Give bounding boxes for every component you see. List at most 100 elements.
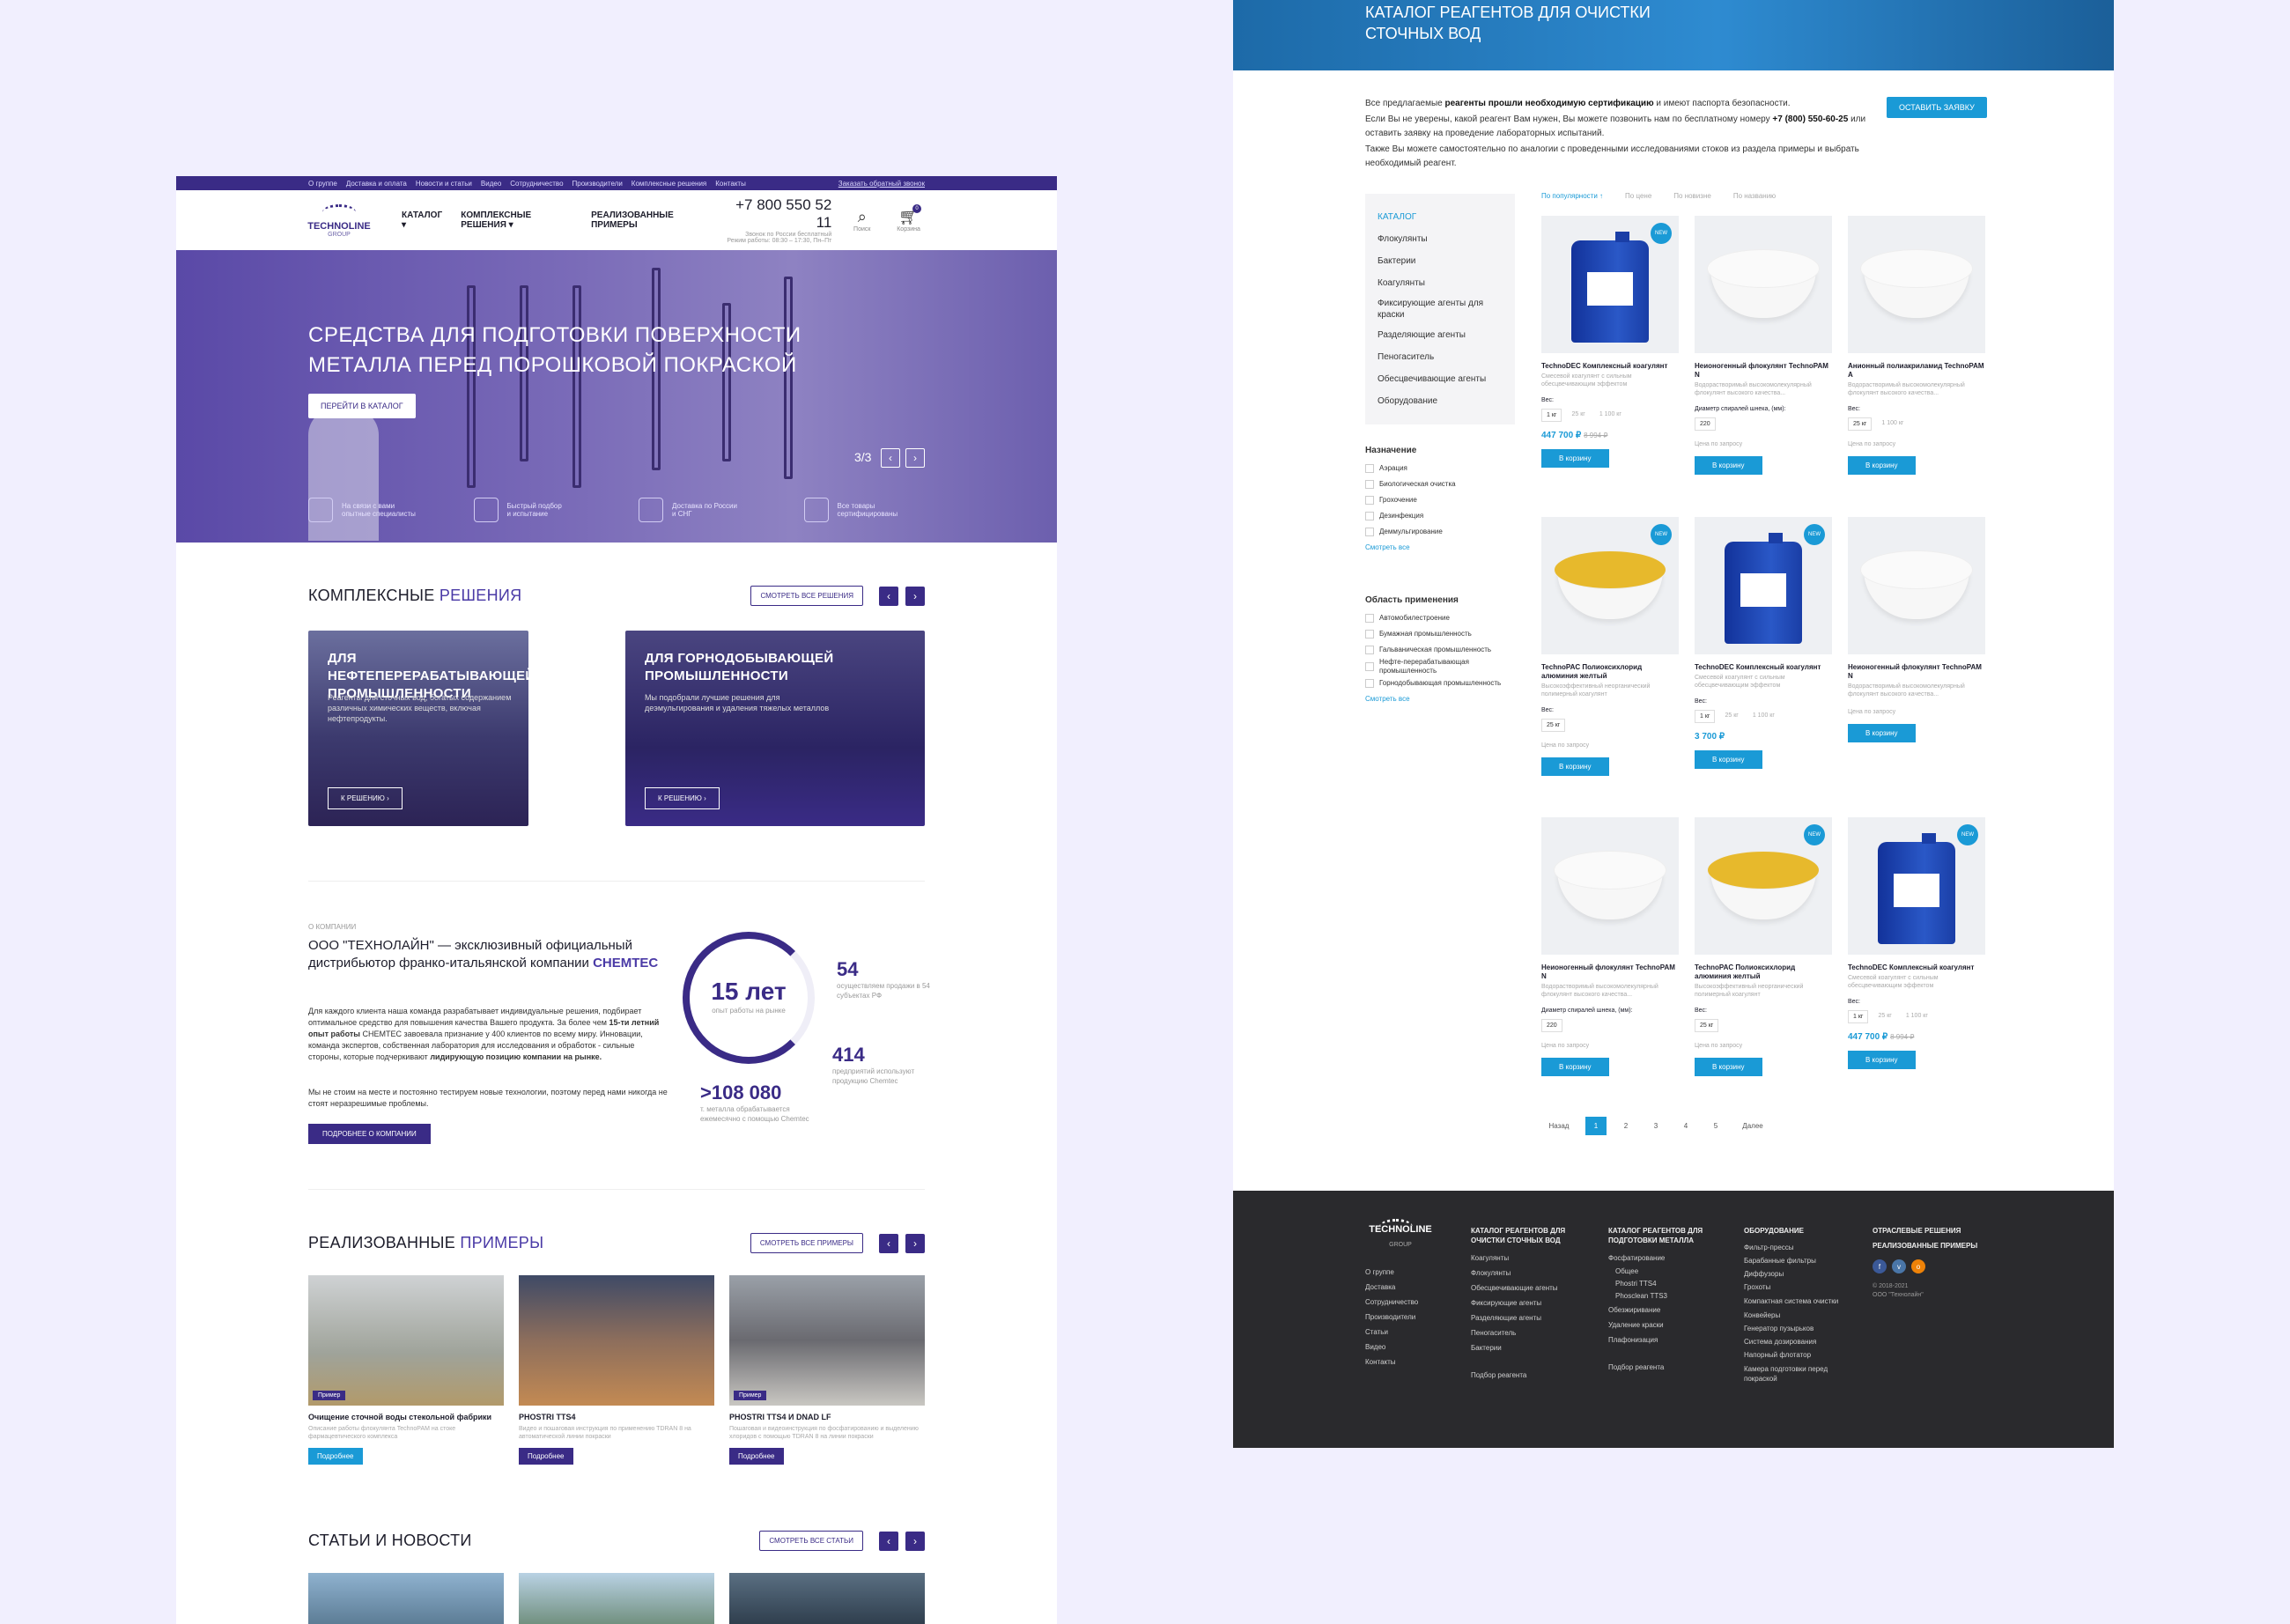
footer-link[interactable]: Камера подготовки перед покраской	[1744, 1364, 1850, 1384]
nav-catalog[interactable]: КАТАЛОГ ▾	[402, 210, 445, 230]
details-button[interactable]: Подробнее	[729, 1448, 784, 1465]
product-image[interactable]	[1695, 216, 1832, 353]
footer-link[interactable]: ОТРАСЛЕВЫЕ РЕШЕНИЯ	[1873, 1226, 1987, 1236]
topbar-link[interactable]: О группе	[308, 180, 337, 188]
pager-page[interactable]: 5	[1705, 1122, 1726, 1130]
pager-page[interactable]: 3	[1645, 1122, 1666, 1130]
product-image[interactable]: NEW	[1695, 817, 1832, 955]
category-item[interactable]: Бактерии	[1378, 250, 1503, 272]
solution-card[interactable]: ДЛЯ НЕФТЕПЕРЕРАБАТЫВАЮЩЕЙ ПРОМЫШЛЕННОСТИ…	[308, 631, 528, 826]
to-solution-button[interactable]: К РЕШЕНИЮ ›	[328, 787, 403, 809]
product-image[interactable]: NEW	[1695, 517, 1832, 654]
product-image[interactable]: NEW	[1541, 216, 1679, 353]
product-name[interactable]: TechnoDEC Комплексный коагулянт	[1848, 963, 1985, 972]
add-to-cart-button[interactable]: В корзину	[1695, 1058, 1762, 1076]
option-chip[interactable]: 25 кг	[1541, 719, 1566, 732]
all-solutions-button[interactable]: СМОТРЕТЬ ВСЕ РЕШЕНИЯ	[750, 586, 863, 606]
option-chip[interactable]: 25 кг	[1695, 1019, 1719, 1032]
product-card[interactable]: NEW TechnoDEC Комплексный коагулянт Смесев…	[1848, 817, 1985, 1069]
option-chip[interactable]: 25 кг	[1873, 1010, 1895, 1023]
show-all-link[interactable]: Смотреть все	[1365, 543, 1515, 551]
news-image[interactable]	[308, 1573, 504, 1624]
cart-button[interactable]: 🛒︎ Корзина 0	[892, 204, 925, 233]
footer-link[interactable]: Производители	[1365, 1310, 1436, 1325]
prev-arrow-icon[interactable]: ‹	[879, 1531, 898, 1551]
footer-link[interactable]: Конвейеры	[1744, 1309, 1850, 1322]
footer-link[interactable]: Фильтр-прессы	[1744, 1241, 1850, 1254]
add-to-cart-button[interactable]: В корзину	[1695, 456, 1762, 475]
search-button[interactable]: ⌕ Поиск	[846, 208, 878, 233]
category-item[interactable]: Оборудование	[1378, 390, 1503, 412]
show-all-link[interactable]: Смотреть все	[1365, 695, 1515, 703]
product-name[interactable]: Неионогенный флокулянт TechnoPAM N	[1541, 963, 1679, 981]
footer-link[interactable]: Phosclean TTS3	[1608, 1290, 1714, 1303]
footer-link[interactable]: Плафонизация	[1608, 1332, 1714, 1347]
product-image[interactable]: NEW	[1541, 517, 1679, 654]
topbar-link[interactable]: Видео	[481, 180, 501, 188]
nav-solutions[interactable]: КОМПЛЕКСНЫЕ РЕШЕНИЯ ▾	[461, 210, 575, 230]
option-chip[interactable]: 1 кг	[1695, 710, 1716, 723]
product-card[interactable]: Неионогенный флокулянт TechnoPAM N Водора…	[1848, 517, 1985, 742]
phone-number[interactable]: +7 800 550 52 11	[725, 196, 831, 232]
footer-link[interactable]: Диффузоры	[1744, 1267, 1850, 1281]
add-to-cart-button[interactable]: В корзину	[1695, 750, 1762, 769]
pager-page[interactable]: 4	[1675, 1122, 1696, 1130]
pager-page[interactable]: 2	[1615, 1122, 1636, 1130]
footer-link[interactable]: Удаление краски	[1608, 1318, 1714, 1332]
product-name[interactable]: Анионный полиакриламид TechnoPAM A	[1848, 362, 1985, 380]
all-news-button[interactable]: СМОТРЕТЬ ВСЕ СТАТЬИ	[759, 1531, 863, 1551]
category-item[interactable]: Пеногаситель	[1378, 346, 1503, 368]
odnoklassniki-icon[interactable]: o	[1911, 1259, 1925, 1273]
footer-link[interactable]: Система дозирования	[1744, 1335, 1850, 1348]
sort-option[interactable]: По популярности ↑	[1541, 192, 1603, 200]
product-image[interactable]	[1848, 517, 1985, 654]
prev-arrow-icon[interactable]: ‹	[879, 1233, 898, 1253]
category-item[interactable]: Обесцвечивающие агенты	[1378, 368, 1503, 390]
category-item[interactable]: Фиксирующие агенты для краски	[1378, 294, 1503, 324]
logo[interactable]: TECHNOLINE GROUP	[307, 203, 371, 238]
product-image[interactable]	[1541, 817, 1679, 955]
prev-slide-icon[interactable]: ‹	[881, 448, 900, 468]
option-chip[interactable]: 1 кг	[1848, 1010, 1869, 1023]
option-chip[interactable]: 1 100 кг	[1595, 409, 1626, 422]
footer-link[interactable]: Пеногаситель	[1471, 1325, 1577, 1340]
details-button[interactable]: Подробнее	[519, 1448, 573, 1465]
product-card[interactable]: NEW TechnoDEC Комплексный коагулянт Смесев…	[1541, 216, 1679, 468]
category-header[interactable]: КАТАЛОГ	[1378, 206, 1503, 228]
product-image[interactable]	[1848, 216, 1985, 353]
footer-link[interactable]: Видео	[1365, 1340, 1436, 1355]
category-item[interactable]: Флокулянты	[1378, 228, 1503, 250]
footer-link[interactable]: Обесцвечивающие агенты	[1471, 1281, 1577, 1296]
add-to-cart-button[interactable]: В корзину	[1848, 456, 1916, 475]
product-name[interactable]: TechnoPAC Полиоксихлорид алюминия желтый	[1541, 663, 1679, 681]
footer-link[interactable]: Фиксирующие агенты	[1471, 1296, 1577, 1310]
all-examples-button[interactable]: СМОТРЕТЬ ВСЕ ПРИМЕРЫ	[750, 1233, 863, 1253]
footer-link[interactable]: Статьи	[1365, 1325, 1436, 1340]
solution-card[interactable]: ДЛЯ ГОРНОДОБЫВАЮЩЕЙ ПРОМЫШЛЕННОСТИ Мы по…	[625, 631, 925, 826]
topbar-link[interactable]: Производители	[572, 180, 623, 188]
footer-link[interactable]: Фосфатирование	[1608, 1251, 1714, 1266]
product-name[interactable]: Неионогенный флокулянт TechnoPAM N	[1848, 663, 1985, 681]
footer-link[interactable]: Барабанные фильтры	[1744, 1254, 1850, 1267]
option-chip[interactable]: 25 кг	[1720, 710, 1742, 723]
request-button[interactable]: ОСТАВИТЬ ЗАЯВКУ	[1887, 97, 1987, 118]
footer-link[interactable]: О группе	[1365, 1265, 1436, 1280]
footer-logo[interactable]: TECHNOLINE GROUP	[1365, 1217, 1436, 1252]
option-chip[interactable]: 25 кг	[1567, 409, 1589, 422]
product-image[interactable]: NEW	[1848, 817, 1985, 955]
product-card[interactable]: NEW TechnoPAC Полиоксихлорид алюминия жел…	[1695, 817, 1832, 1076]
prev-arrow-icon[interactable]: ‹	[879, 586, 898, 606]
footer-link[interactable]: Phostri TTS4	[1608, 1278, 1714, 1290]
about-more-button[interactable]: ПОДРОБНЕЕ О КОМПАНИИ	[308, 1124, 431, 1144]
sort-option[interactable]: По названию	[1733, 192, 1776, 200]
example-card[interactable]: Пример PHOSTRI TTS4 И DNAD LF Пошаговая …	[729, 1275, 925, 1465]
product-card[interactable]: Анионный полиакриламид TechnoPAM A Водора…	[1848, 216, 1985, 475]
footer-link[interactable]: Сотрудничество	[1365, 1295, 1436, 1310]
next-arrow-icon[interactable]: ›	[905, 1531, 925, 1551]
checkbox[interactable]	[1365, 646, 1374, 654]
to-catalog-button[interactable]: ПЕРЕЙТИ В КАТАЛОГ	[308, 394, 416, 418]
checkbox[interactable]	[1365, 679, 1374, 688]
to-solution-button[interactable]: К РЕШЕНИЮ ›	[645, 787, 720, 809]
footer-link[interactable]: Подбор реагента	[1608, 1360, 1714, 1375]
option-chip[interactable]: 220	[1695, 417, 1716, 431]
